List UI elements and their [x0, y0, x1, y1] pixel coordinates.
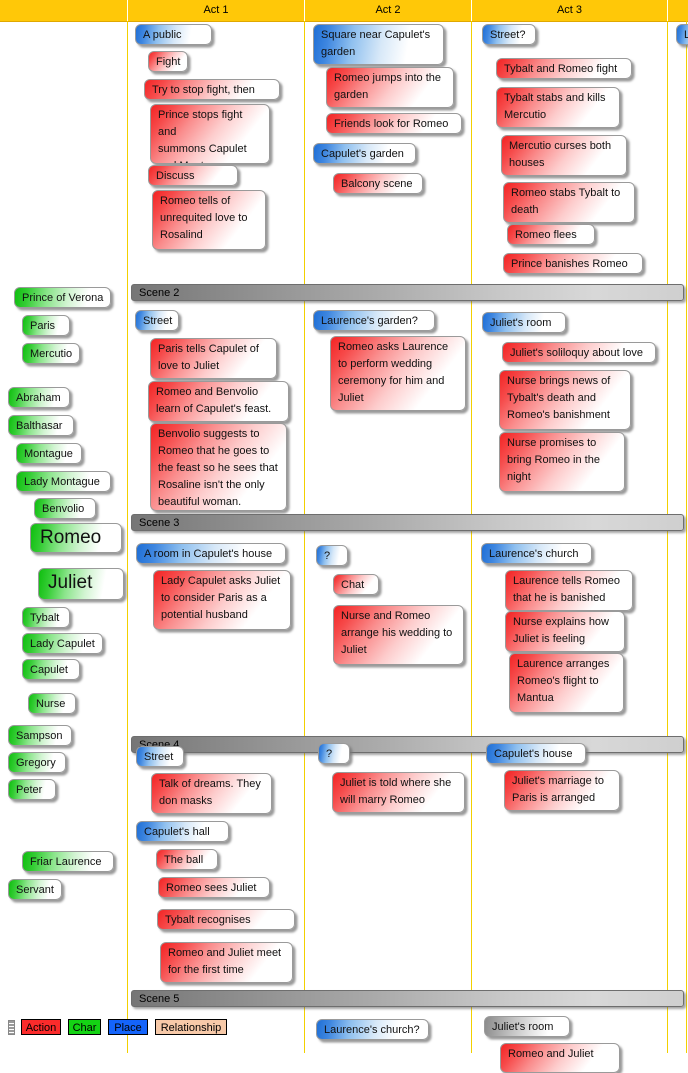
action-node-benvolio-suggests[interactable]: Benvolio suggests to Romeo that he goes …	[150, 423, 287, 511]
place-node-room-in-capulets-house[interactable]: A room in Capulet's house	[136, 543, 286, 564]
place-node-unknown-act2s3[interactable]: ?	[316, 545, 348, 566]
header-cell-characters[interactable]	[0, 0, 128, 21]
grid-line-col3	[667, 21, 668, 1053]
header-cell-act2[interactable]: Act 2	[305, 0, 472, 21]
legend-bar: Action Char Place Relationship	[0, 1019, 688, 1037]
character-node-gregory[interactable]: Gregory	[8, 752, 66, 773]
place-node-laurences-garden-q[interactable]: Laurence's garden?	[313, 310, 435, 331]
character-node-tybalt[interactable]: Tybalt	[22, 607, 70, 628]
action-node-laurence-tells-romeo[interactable]: Laurence tells Romeo that he is banished	[505, 570, 633, 611]
action-node-romeo-tells-rosalind[interactable]: Romeo tells of unrequited love to Rosali…	[152, 190, 266, 250]
legend-item-action[interactable]: Action	[21, 1019, 61, 1035]
character-node-capulet[interactable]: Capulet	[22, 659, 80, 680]
character-node-abraham[interactable]: Abraham	[8, 387, 70, 408]
scene-bar-5-label: Scene 5	[139, 993, 180, 1005]
scene-bar-3-label: Scene 3	[139, 517, 180, 529]
character-node-paris[interactable]: Paris	[22, 315, 70, 336]
action-node-romeo-benvolio-learn[interactable]: Romeo and Benvolio learn of Capulet's fe…	[148, 381, 289, 422]
action-node-juliet-soliloquy[interactable]: Juliet's soliloquy about love	[502, 342, 656, 363]
action-node-balcony-scene[interactable]: Balcony scene	[333, 173, 423, 194]
grid-line-edge	[686, 21, 687, 1053]
action-node-lady-capulet-asks-juliet[interactable]: Lady Capulet asks Juliet to consider Par…	[153, 570, 291, 630]
action-node-nurse-brings-news[interactable]: Nurse brings news of Tybalt's death and …	[499, 370, 631, 430]
character-node-benvolio[interactable]: Benvolio	[34, 498, 96, 519]
scene-bar-3[interactable]: Scene 3	[131, 514, 684, 531]
header-cell-act1[interactable]: Act 1	[128, 0, 305, 21]
action-node-romeo-jumps-into-garden[interactable]: Romeo jumps into the garden	[326, 67, 454, 108]
action-node-juliets-marriage-arranged[interactable]: Juliet's marriage to Paris is arranged	[504, 770, 620, 811]
grid-line-col1	[304, 21, 305, 1053]
action-node-laurence-arranges-flight[interactable]: Laurence arranges Romeo's flight to Mant…	[509, 653, 624, 713]
legend-drag-handle[interactable]	[8, 1020, 15, 1035]
action-node-chat[interactable]: Chat	[333, 574, 379, 595]
action-node-prince-banishes-romeo[interactable]: Prince banishes Romeo	[503, 253, 643, 274]
action-node-mercutio-curses[interactable]: Mercutio curses both houses	[501, 135, 627, 176]
header-cell-act3[interactable]: Act 3	[472, 0, 668, 21]
action-node-fight[interactable]: Fight	[148, 51, 188, 72]
character-node-prince-of-verona[interactable]: Prince of Verona	[14, 287, 111, 308]
place-node-street-act1s4[interactable]: Street	[136, 746, 184, 767]
character-node-servant[interactable]: Servant	[8, 879, 62, 900]
character-node-mercutio[interactable]: Mercutio	[22, 343, 80, 364]
scene-bar-2[interactable]: Scene 2	[131, 284, 684, 301]
legend-item-relationship[interactable]: Relationship	[155, 1019, 227, 1035]
action-node-romeo-sees-juliet[interactable]: Romeo sees Juliet	[158, 877, 270, 898]
action-node-nurse-promises[interactable]: Nurse promises to bring Romeo in the nig…	[499, 432, 625, 492]
character-node-friar-laurence[interactable]: Friar Laurence	[22, 851, 114, 872]
place-node-unknown-act2s4[interactable]: ?	[318, 743, 350, 764]
action-node-paris-tells-capulet[interactable]: Paris tells Capulet of love to Juliet	[150, 338, 277, 379]
header-cell-act4[interactable]	[668, 0, 688, 21]
scene-bar-4[interactable]: Scene 4	[131, 736, 684, 753]
action-node-friends-look-for-romeo[interactable]: Friends look for Romeo	[326, 113, 462, 134]
place-node-laurences-church[interactable]: Laurence's church	[481, 543, 592, 564]
action-node-romeo-asks-laurence[interactable]: Romeo asks Laurence to perform wedding c…	[330, 336, 466, 411]
action-node-romeo-juliet-meet[interactable]: Romeo and Juliet meet for the first time	[160, 942, 293, 983]
place-node-capulets-hall[interactable]: Capulet's hall	[136, 821, 229, 842]
place-node-juliets-room-act3s2[interactable]: Juliet's room	[482, 312, 566, 333]
place-node-square-near-capulets-garden[interactable]: Square near Capulet's garden	[313, 24, 444, 65]
action-node-juliet-told-where[interactable]: Juliet is told where she will marry Rome…	[332, 772, 465, 813]
character-node-lady-capulet[interactable]: Lady Capulet	[22, 633, 103, 654]
place-node-street-act1s2[interactable]: Street	[135, 310, 179, 331]
legend-item-place[interactable]: Place	[108, 1019, 148, 1035]
place-node-street-q[interactable]: Street?	[482, 24, 536, 45]
action-node-tybalt-recognises-romeo[interactable]: Tybalt recognises Romeo	[157, 909, 295, 930]
character-node-lady-montague[interactable]: Lady Montague	[16, 471, 111, 492]
action-node-romeo-and-juliet[interactable]: Romeo and Juliet	[500, 1043, 620, 1073]
scene-bar-5[interactable]: Scene 5	[131, 990, 684, 1007]
action-node-romeo-flees[interactable]: Romeo flees	[507, 224, 595, 245]
character-node-nurse[interactable]: Nurse	[28, 693, 76, 714]
scene-bar-2-label: Scene 2	[139, 287, 180, 299]
character-node-romeo[interactable]: Romeo	[30, 523, 122, 553]
character-node-peter[interactable]: Peter	[8, 779, 56, 800]
action-node-tybalt-romeo-fight[interactable]: Tybalt and Romeo fight	[496, 58, 632, 79]
place-node-capulets-garden[interactable]: Capulet's garden	[313, 143, 416, 164]
grid-line-col2	[471, 21, 472, 1053]
place-node-a-public-place[interactable]: A public place	[135, 24, 212, 45]
action-node-the-ball[interactable]: The ball	[156, 849, 218, 870]
action-node-nurse-romeo-arrange[interactable]: Nurse and Romeo arrange his wedding to J…	[333, 605, 464, 665]
action-node-tybalt-kills-mercutio[interactable]: Tybalt stabs and kills Mercutio	[496, 87, 620, 128]
place-node-capulets-house[interactable]: Capulet's house	[486, 743, 586, 764]
character-node-sampson[interactable]: Sampson	[8, 725, 72, 746]
action-node-try-stop-fight[interactable]: Try to stop fight, then fight	[144, 79, 280, 100]
grid-line-col0	[127, 21, 128, 1053]
action-node-nurse-explains[interactable]: Nurse explains how Juliet is feeling	[505, 611, 625, 652]
character-node-juliet[interactable]: Juliet	[38, 568, 124, 600]
character-node-balthasar[interactable]: Balthasar	[8, 415, 74, 436]
action-node-talk-of-dreams[interactable]: Talk of dreams. They don masks	[151, 773, 272, 814]
action-node-prince-stops-fight[interactable]: Prince stops fight and summons Capulet a…	[150, 104, 270, 164]
character-node-montague[interactable]: Montague	[16, 443, 82, 464]
act-header-row: Act 1 Act 2 Act 3	[0, 0, 688, 22]
place-node-act4-partial[interactable]: La	[676, 24, 688, 45]
action-node-romeo-stabs-tybalt[interactable]: Romeo stabs Tybalt to death	[503, 182, 635, 223]
action-node-discuss-romeo[interactable]: Discuss Romeo	[148, 165, 238, 186]
legend-item-char[interactable]: Char	[68, 1019, 101, 1035]
